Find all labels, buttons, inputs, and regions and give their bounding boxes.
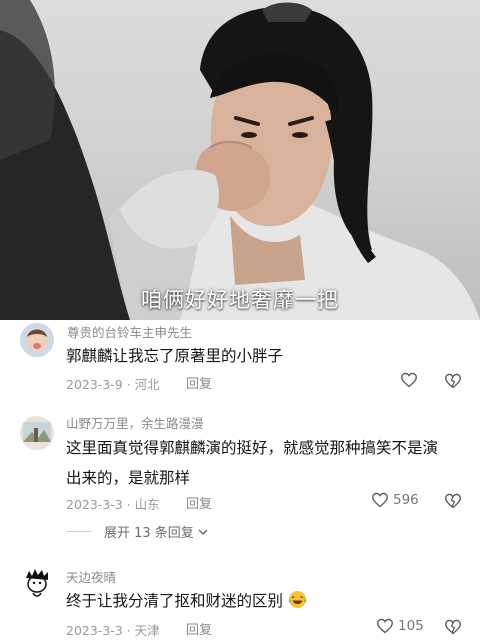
- comment-date: 2023-3-3: [66, 497, 123, 512]
- reply-button[interactable]: 回复: [186, 373, 212, 392]
- chevron-down-icon: [198, 528, 208, 535]
- reply-button[interactable]: 回复: [186, 493, 212, 512]
- comment-location: 山东: [134, 497, 160, 512]
- avatar[interactable]: [20, 323, 54, 357]
- broken-heart-icon: [445, 373, 461, 389]
- expand-replies-button[interactable]: 展开 13 条回复: [66, 522, 209, 541]
- like-button[interactable]: 596: [371, 492, 419, 508]
- comment-text: 郭麒麟让我忘了原著里的小胖子: [66, 347, 284, 365]
- comment-text-row: 终于让我分清了抠和财迷的区别: [66, 586, 466, 616]
- video-frame[interactable]: 咱俩好好地奢靡一把: [0, 0, 480, 320]
- dislike-button[interactable]: [444, 373, 462, 393]
- comment-location: 河北: [134, 377, 160, 392]
- comment-text: 这里面真觉得郭麒麟演的挺好，就感觉那种搞笑不是演出来的，是就那样: [66, 439, 439, 487]
- comment-text: 终于让我分清了抠和财迷的区别: [66, 592, 284, 610]
- heart-icon: [372, 492, 388, 508]
- like-count: 105: [398, 618, 424, 634]
- like-button[interactable]: [400, 372, 422, 388]
- comment-date: 2023-3-3: [66, 623, 123, 638]
- dislike-button[interactable]: [444, 493, 462, 513]
- like-button[interactable]: 105: [376, 618, 424, 634]
- expand-replies-label: 展开 13 条回复: [104, 526, 194, 541]
- comment-username[interactable]: 尊贵的台铃车主申先生: [67, 322, 192, 341]
- comment-meta: 2023-3-3 · 天津: [66, 623, 160, 638]
- baby-photo-icon: [20, 323, 54, 357]
- reply-button[interactable]: 回复: [186, 619, 212, 638]
- heart-icon: [377, 618, 393, 634]
- video-still-image: [0, 0, 480, 320]
- comment-meta: 2023-3-9 · 河北: [66, 377, 160, 392]
- comment-location: 天津: [134, 623, 160, 638]
- like-count: 596: [393, 492, 419, 508]
- broken-heart-icon: [445, 493, 461, 509]
- avatar[interactable]: [20, 416, 54, 450]
- comment-date: 2023-3-9: [66, 377, 123, 392]
- broken-heart-icon: [445, 619, 461, 635]
- landscape-photo-icon: [20, 416, 54, 450]
- dislike-button[interactable]: [444, 619, 462, 639]
- comment-meta: 2023-3-3 · 山东: [66, 497, 160, 512]
- comment-username[interactable]: 山野万万里，余生路漫漫: [66, 413, 204, 432]
- divider: [66, 531, 92, 532]
- comment-username[interactable]: 天边夜晴: [66, 567, 116, 586]
- avatar[interactable]: [20, 566, 54, 600]
- sketch-avatar-icon: [20, 566, 54, 600]
- laughing-emoji-icon: [288, 590, 307, 609]
- heart-icon: [401, 372, 417, 388]
- video-subtitle: 咱俩好好地奢靡一把: [141, 288, 339, 312]
